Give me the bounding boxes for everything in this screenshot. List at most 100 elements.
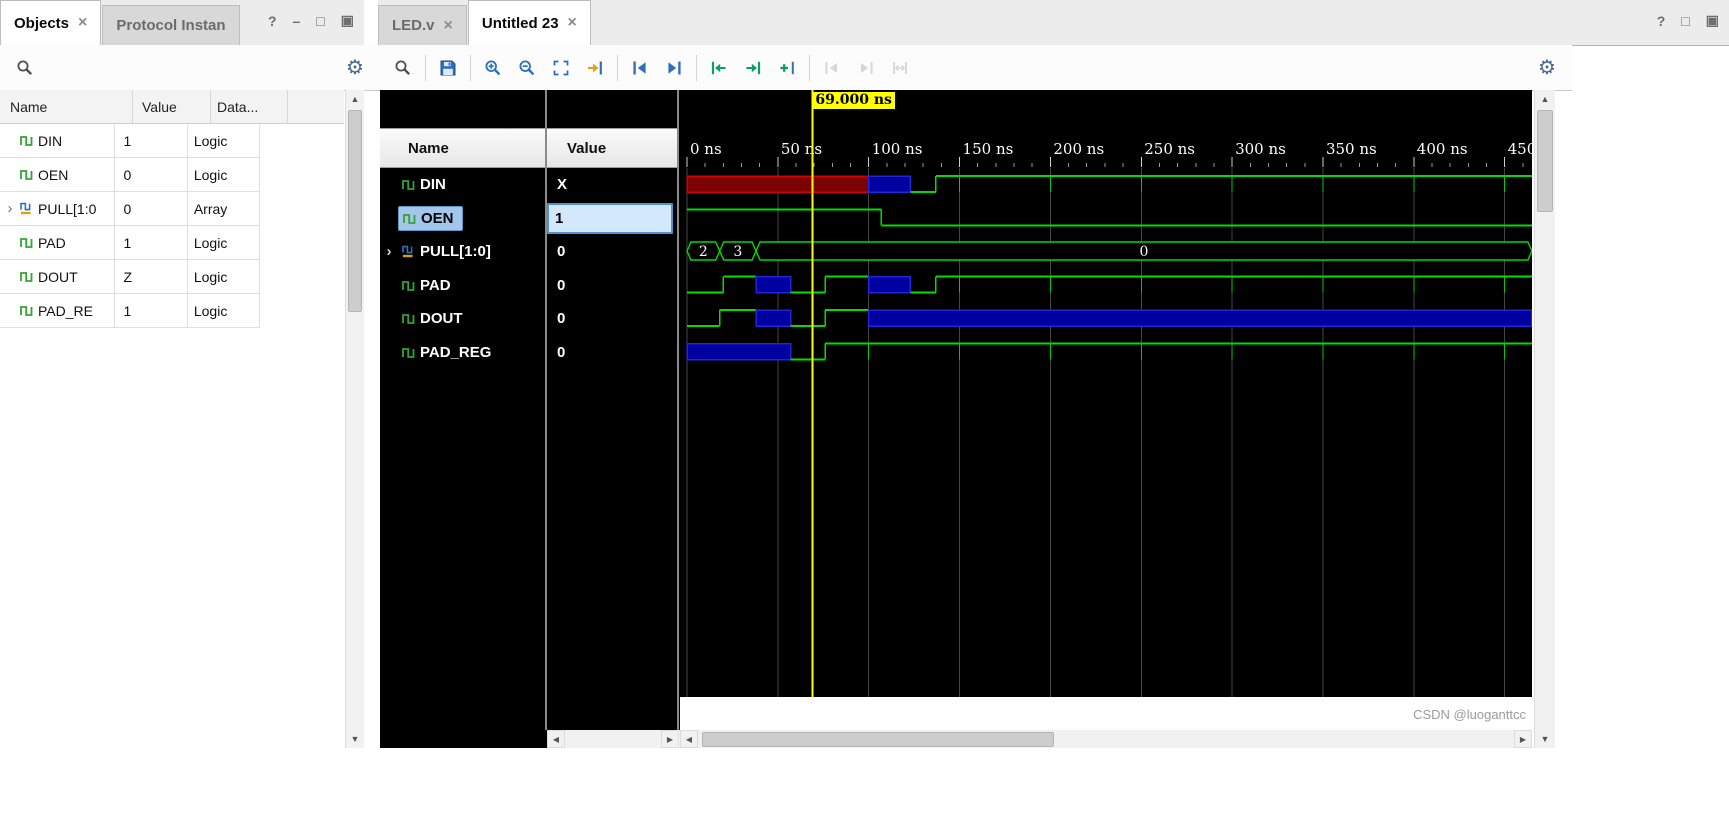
wave-canvas-area: 0 ns50 ns100 ns150 ns200 ns250 ns300 ns3… [680, 90, 1532, 697]
wave-toolbar: ⚙ [378, 45, 1572, 91]
wave-name-row[interactable]: PAD [380, 269, 545, 303]
zoom-out-button[interactable] [512, 53, 542, 83]
float-button[interactable]: ▣ [1706, 12, 1719, 29]
go-end-icon [665, 59, 683, 77]
svg-text:400 ns: 400 ns [1417, 140, 1468, 158]
expander-icon[interactable]: › [380, 243, 398, 260]
signal-name: OEN [421, 210, 454, 227]
help-button[interactable]: ? [1657, 13, 1666, 29]
wave-header-value[interactable]: Value [547, 129, 679, 167]
wave-vscrollbar[interactable]: ▲ ▼ [1534, 90, 1555, 748]
bus-signal-icon [402, 245, 415, 258]
value-edit-box[interactable]: 1 [547, 203, 673, 234]
object-name-cell: PAD_RE [0, 294, 115, 327]
wave-name-row[interactable]: OEN [380, 202, 545, 236]
wave-scroll-right-icon[interactable]: ▶ [1514, 730, 1532, 748]
signal-name: PULL[1:0] [420, 243, 491, 260]
go-start-button[interactable] [625, 53, 655, 83]
scroll-down-icon[interactable]: ▼ [346, 730, 364, 748]
objects-tabbar: Objects × Protocol Instan ?–□ ▣ [0, 0, 364, 46]
wave-name-row[interactable]: PAD_REG [380, 336, 545, 370]
objects-table-row[interactable]: PAD_RE1Logic [0, 294, 260, 328]
maximize-button[interactable]: □ [1681, 13, 1689, 29]
search-button[interactable] [10, 53, 40, 83]
name-column-splitter[interactable] [545, 90, 547, 730]
scroll-thumb[interactable] [348, 110, 362, 312]
signal-name-box[interactable]: DOUT [398, 307, 471, 330]
objects-table-row[interactable]: OEN0Logic [0, 158, 260, 192]
signal-name-selected[interactable]: OEN [398, 206, 463, 231]
wave-value-row[interactable]: 1 [547, 202, 677, 236]
maximize-button[interactable]: □ [316, 13, 324, 29]
objects-table-row[interactable]: ›PULL[1:00Array [0, 192, 260, 226]
svg-text:0: 0 [1140, 244, 1149, 260]
wave-scroll-thumb[interactable] [702, 732, 1054, 747]
scroll-up-icon[interactable]: ▲ [1535, 90, 1555, 108]
logic-signal-icon [20, 236, 33, 249]
value-column-splitter[interactable] [677, 90, 679, 730]
signal-name-box[interactable]: PULL[1:0] [398, 240, 499, 263]
go-end-button[interactable] [659, 53, 689, 83]
minimize-button[interactable]: – [293, 13, 301, 29]
fit-selection-icon [891, 59, 909, 77]
signal-name: DOUT [420, 310, 463, 327]
wave-name-row[interactable]: › PULL[1:0] [380, 235, 545, 269]
signal-name-box[interactable]: DIN [398, 173, 454, 196]
objects-vscrollbar[interactable]: ▲ ▼ [345, 90, 364, 748]
add-marker-icon [778, 59, 796, 77]
tab-led-v[interactable]: LED.v × [378, 5, 467, 45]
waveform-canvas[interactable]: 0 ns50 ns100 ns150 ns200 ns250 ns300 ns3… [680, 90, 1532, 697]
wave-name-row[interactable]: DIN [380, 168, 545, 202]
tab-objects[interactable]: Objects × [0, 0, 101, 45]
signal-value: 0 [547, 310, 565, 327]
wave-value-row[interactable]: 0 [547, 336, 677, 370]
svg-text:450: 450 [1508, 140, 1532, 158]
zoom-cursor-button[interactable] [580, 53, 610, 83]
wave-name-row[interactable]: DOUT [380, 302, 545, 336]
help-button[interactable]: ? [268, 13, 277, 29]
tab-protocol-instances[interactable]: Protocol Instan [102, 5, 239, 45]
settings-button[interactable]: ⚙ [340, 53, 370, 83]
cursor-time-label[interactable]: 69.000 ns [812, 92, 895, 109]
tab-untitled-23[interactable]: Untitled 23 × [468, 0, 591, 45]
close-icon[interactable]: × [444, 18, 453, 34]
wave-column-header: Name Value [380, 128, 679, 168]
column-header-datatype[interactable]: Data... [211, 90, 288, 123]
scroll-down-icon[interactable]: ▼ [1535, 730, 1555, 748]
logic-signal-icon [402, 279, 415, 292]
objects-table-row[interactable]: PAD1Logic [0, 226, 260, 260]
column-header-name[interactable]: Name [0, 90, 133, 123]
scroll-up-icon[interactable]: ▲ [346, 90, 364, 108]
add-marker-button[interactable] [772, 53, 802, 83]
next-transition-button[interactable] [738, 53, 768, 83]
close-icon[interactable]: × [78, 15, 87, 31]
names-scroll-right-icon[interactable]: ▶ [661, 730, 679, 748]
signal-name-box[interactable]: PAD_REG [398, 341, 499, 364]
wave-header-name[interactable]: Name [380, 129, 547, 167]
zoom-fit-button[interactable] [546, 53, 576, 83]
wave-scroll-left-icon[interactable]: ◀ [680, 730, 698, 748]
signal-name-box[interactable]: PAD [398, 274, 459, 297]
save-button[interactable] [433, 53, 463, 83]
expander-icon[interactable]: › [0, 200, 20, 217]
float-button[interactable]: ▣ [341, 12, 354, 29]
close-icon[interactable]: × [568, 15, 577, 31]
panel-window-controls: ?–□ ▣ [268, 12, 354, 29]
scroll-thumb[interactable] [1537, 110, 1553, 212]
prev-transition-button[interactable] [704, 53, 734, 83]
object-value: 0 [115, 192, 188, 225]
names-scroll-left-icon[interactable]: ◀ [547, 730, 565, 748]
zoom-in-button[interactable] [478, 53, 508, 83]
search-button[interactable] [388, 53, 418, 83]
object-datatype: Logic [188, 226, 260, 259]
wave-value-row[interactable]: 0 [547, 302, 677, 336]
logic-signal-icon [402, 312, 415, 325]
wave-value-row[interactable]: 0 [547, 235, 677, 269]
wave-value-row[interactable]: X [547, 168, 677, 202]
objects-table-row[interactable]: DOUTZLogic [0, 260, 260, 294]
column-header-value[interactable]: Value [133, 90, 211, 123]
signal-value: 0 [547, 344, 565, 361]
objects-table-row[interactable]: DIN1Logic [0, 124, 260, 158]
wave-value-row[interactable]: 0 [547, 269, 677, 303]
settings-button[interactable]: ⚙ [1532, 53, 1562, 83]
